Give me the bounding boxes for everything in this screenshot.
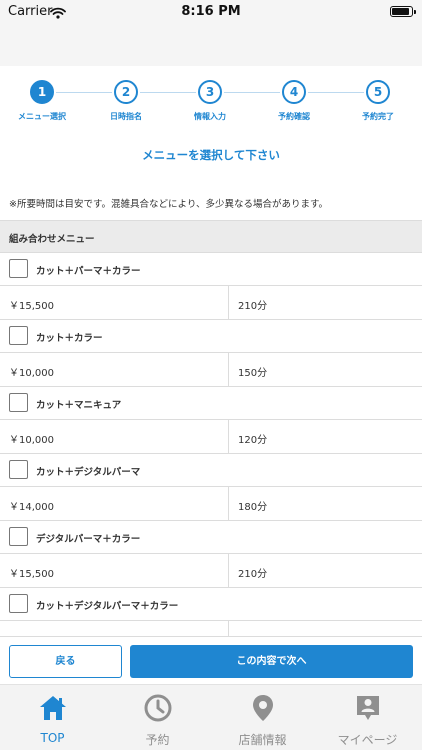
status-bar: Carrier 8:16 PM — [0, 0, 422, 24]
menu-item-header[interactable]: カット＋パーマ＋カラー — [0, 253, 422, 286]
home-icon — [38, 693, 68, 723]
menu-item-name: カット＋マニキュア — [36, 400, 122, 411]
user-badge-icon — [353, 693, 383, 723]
menu-item-name: カット＋デジタルパーマ — [36, 467, 141, 478]
tab-reservation[interactable]: 予約 — [105, 685, 210, 750]
next-button[interactable]: この内容で次へ — [130, 645, 413, 678]
menu-item-details: ￥14,000 180分 — [0, 487, 422, 521]
menu-item-header[interactable]: カット＋マニキュア — [0, 387, 422, 420]
tab-my-page[interactable]: マイページ — [315, 685, 420, 750]
menu-item-price: ￥15,500 — [9, 569, 54, 580]
section-header: 組み合わせメニュー — [0, 220, 422, 253]
step-number: 5 — [366, 80, 390, 104]
menu-item-price: ￥14,000 — [9, 502, 54, 513]
tab-label: 予約 — [145, 733, 170, 747]
step-number: 2 — [114, 80, 138, 104]
column-divider — [228, 286, 229, 319]
menu-item-name: デジタルパーマ＋カラー — [36, 534, 141, 545]
menu-item: カット＋デジタルパーマ ￥14,000 180分 — [0, 454, 422, 521]
menu-item-duration: 150分 — [238, 368, 268, 379]
menu-item: カット＋デジタルパーマ＋カラー — [0, 588, 422, 636]
step-label: 予約確認 — [278, 112, 310, 121]
column-divider — [228, 353, 229, 386]
menu-item-details: ￥15,500 210分 — [0, 554, 422, 588]
location-pin-icon — [248, 693, 278, 723]
step-label: 予約完了 — [362, 112, 394, 121]
menu-item-duration: 210分 — [238, 301, 268, 312]
back-button[interactable]: 戻る — [9, 645, 122, 678]
menu-item-details: ￥10,000 120分 — [0, 420, 422, 454]
step-number: 3 — [198, 80, 222, 104]
step-1: 1 メニュー選択 — [2, 80, 82, 122]
column-divider — [228, 420, 229, 453]
step-label: 情報入力 — [194, 112, 226, 121]
tab-bar: TOP 予約 店舗情報 マイページ — [0, 684, 422, 750]
menu-list[interactable]: カット＋パーマ＋カラー ￥15,500 210分 カット＋カラー ￥10,000… — [0, 253, 422, 636]
step-label: メニュー選択 — [18, 112, 66, 121]
page-heading: メニューを選択して下さい — [142, 148, 280, 162]
menu-item-name: カット＋パーマ＋カラー — [36, 266, 141, 277]
menu-item-header[interactable]: デジタルパーマ＋カラー — [0, 521, 422, 554]
step-5: 5 予約完了 — [338, 80, 418, 122]
step-label: 日時指名 — [110, 112, 142, 121]
menu-item-header[interactable]: カット＋カラー — [0, 320, 422, 353]
tab-label: TOP — [40, 731, 65, 745]
menu-checkbox[interactable] — [9, 326, 28, 345]
menu-item-name: カット＋デジタルパーマ＋カラー — [36, 601, 179, 612]
menu-item: カット＋カラー ￥10,000 150分 — [0, 320, 422, 387]
tab-store-info[interactable]: 店舗情報 — [210, 685, 315, 750]
menu-item-price: ￥10,000 — [9, 368, 54, 379]
menu-item-name: カット＋カラー — [36, 333, 103, 344]
menu-item-duration: 210分 — [238, 569, 268, 580]
step-2: 2 日時指名 — [86, 80, 166, 122]
menu-item: デジタルパーマ＋カラー ￥15,500 210分 — [0, 521, 422, 588]
action-bar: 戻る この内容で次へ — [0, 636, 422, 684]
menu-item-price: ￥15,500 — [9, 301, 54, 312]
step-number: 4 — [282, 80, 306, 104]
menu-checkbox[interactable] — [9, 594, 28, 613]
duration-notice: ※所要時間は目安です。混雑具合などにより、多少異なる場合があります。 — [9, 199, 328, 210]
step-number: 1 — [30, 80, 54, 104]
menu-item-duration: 180分 — [238, 502, 268, 513]
menu-checkbox[interactable] — [9, 259, 28, 278]
step-4: 4 予約確認 — [254, 80, 334, 122]
menu-item-details: ￥15,500 210分 — [0, 286, 422, 320]
menu-item: カット＋パーマ＋カラー ￥15,500 210分 — [0, 253, 422, 320]
clock-icon — [143, 693, 173, 723]
column-divider — [228, 487, 229, 520]
menu-item-price: ￥10,000 — [9, 435, 54, 446]
navigation-bar — [0, 24, 422, 66]
menu-item-header[interactable]: カット＋デジタルパーマ — [0, 454, 422, 487]
battery-icon — [390, 6, 416, 17]
menu-checkbox[interactable] — [9, 460, 28, 479]
progress-steps: 1 メニュー選択 2 日時指名 3 情報入力 4 予約確認 5 予約完了 — [0, 80, 422, 130]
menu-item: カット＋マニキュア ￥10,000 120分 — [0, 387, 422, 454]
section-title: 組み合わせメニュー — [9, 234, 95, 245]
menu-item-header[interactable]: カット＋デジタルパーマ＋カラー — [0, 588, 422, 621]
menu-checkbox[interactable] — [9, 527, 28, 546]
tab-label: マイページ — [337, 733, 398, 747]
step-3: 3 情報入力 — [170, 80, 250, 122]
menu-checkbox[interactable] — [9, 393, 28, 412]
menu-item-details — [0, 621, 422, 636]
tab-top[interactable]: TOP — [0, 685, 105, 750]
menu-item-details: ￥10,000 150分 — [0, 353, 422, 387]
menu-item-duration: 120分 — [238, 435, 268, 446]
status-time: 8:16 PM — [181, 4, 241, 19]
column-divider — [228, 621, 229, 636]
tab-label: 店舗情報 — [238, 733, 287, 747]
column-divider — [228, 554, 229, 587]
